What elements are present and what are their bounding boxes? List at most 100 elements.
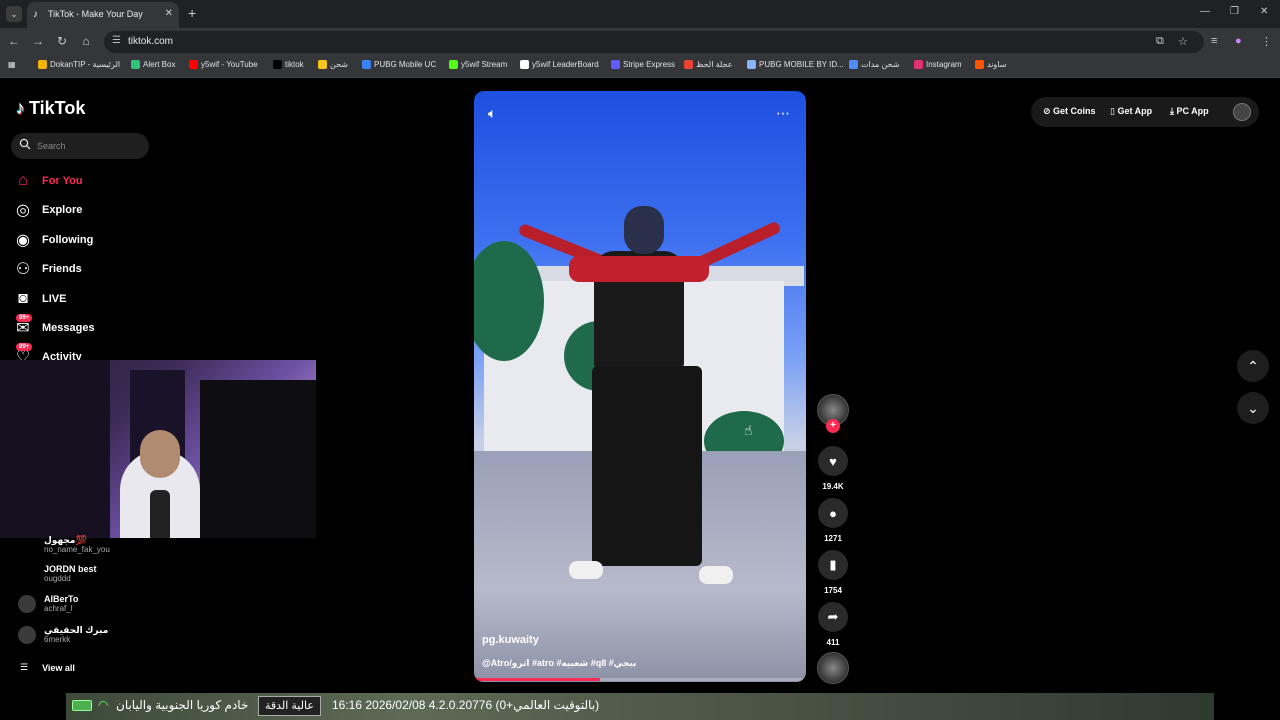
live-icon: ◙ xyxy=(18,289,28,307)
bookmark-favicon-icon xyxy=(975,60,984,69)
new-tab-icon[interactable]: + xyxy=(188,5,196,21)
account-handle: ougddd xyxy=(44,574,71,583)
bookmark-label: Stripe Express xyxy=(623,60,676,69)
tab-title: TikTok - Make Your Day xyxy=(48,9,143,19)
bookmark-favicon-icon xyxy=(611,60,620,69)
search-input[interactable] xyxy=(37,138,137,154)
video-progress-fill xyxy=(474,678,601,681)
battery-icon xyxy=(72,700,92,711)
bookmark-label: y5wif - YouTube xyxy=(201,60,258,69)
like-heart-icon[interactable]: ♥ xyxy=(818,446,848,476)
forward-icon[interactable]: → xyxy=(30,34,46,48)
minimize-icon[interactable]: — xyxy=(1200,6,1210,17)
site-info-icon[interactable]: ☰ xyxy=(112,35,121,46)
bookmark-star-icon[interactable]: ☆ xyxy=(1178,35,1188,48)
volume-icon[interactable]: 🔈︎ xyxy=(488,105,496,122)
microphone xyxy=(150,490,170,538)
apps-grid-icon[interactable]: ▦ xyxy=(8,60,16,69)
pc-app-button[interactable]: ⤓ PC App xyxy=(1170,106,1209,117)
bookmark-item[interactable]: Stripe Express xyxy=(611,60,675,69)
user-avatar[interactable] xyxy=(1233,103,1251,121)
more-options-icon[interactable]: ⋯ xyxy=(776,105,790,122)
search-icon[interactable] xyxy=(19,138,31,150)
comment-count: 1271 xyxy=(824,534,842,543)
reload-icon[interactable]: ↻ xyxy=(54,34,70,48)
bookmark-label: Alert Box xyxy=(143,60,176,69)
back-icon[interactable]: ← xyxy=(6,34,22,48)
bookmark-item[interactable]: شحن مدات xyxy=(849,60,899,69)
nav-item-label: LIVE xyxy=(42,292,67,305)
bookmark-item[interactable]: y5wif - YouTube xyxy=(189,60,258,69)
bookmark-item[interactable]: y5wif Stream xyxy=(449,60,507,69)
bookmark-label: y5wif Stream xyxy=(461,60,508,69)
nav-item-live[interactable]: ◙ LIVE xyxy=(14,290,66,308)
bookmark-item[interactable]: عجلة الحظ xyxy=(684,60,733,69)
view-all-link[interactable]: ☰ View all xyxy=(20,662,75,673)
nav-item-friends[interactable]: ⚇ Friends xyxy=(14,260,82,278)
bookmark-favicon-icon xyxy=(914,60,923,69)
get-coins-button[interactable]: ⊘ Get Coins xyxy=(1043,106,1096,117)
close-window-icon[interactable]: ✕ xyxy=(1260,6,1268,17)
nav-item-for-you[interactable]: ⌂ For You xyxy=(14,172,82,190)
bookmark-item[interactable]: Alert Box xyxy=(131,60,175,69)
wifi-icon: ◠ xyxy=(98,698,109,712)
comment-icon[interactable]: ● xyxy=(818,498,848,528)
bookmark-label: عجلة الحظ xyxy=(696,60,733,69)
tab-close-icon[interactable]: ✕ xyxy=(165,8,173,19)
nav-item-messages[interactable]: ✉ 99+ Messages xyxy=(14,314,95,337)
home-icon[interactable]: ⌂ xyxy=(78,34,94,48)
restore-icon[interactable]: ❐ xyxy=(1230,6,1239,17)
video-author[interactable]: pg.kuwaity xyxy=(482,634,539,646)
next-video-icon[interactable]: ⌄ xyxy=(1237,392,1269,424)
bookmark-label: ساوند xyxy=(987,60,1007,69)
nav-item-explore[interactable]: ◎ Explore xyxy=(14,201,82,219)
profile-icon[interactable]: ● xyxy=(1235,35,1242,47)
following-account[interactable]: مجهول💯 no_name_fak_you xyxy=(18,535,110,554)
follow-plus-icon[interactable]: + xyxy=(826,419,840,433)
video-player[interactable]: 🔈︎ ⋯ pg.kuwaity @Atro/اترو #atro #شعبيه … xyxy=(474,91,806,682)
save-count: 1754 xyxy=(824,586,842,595)
video-progress-bar[interactable] xyxy=(474,678,806,681)
tiktok-page: ♪ TikTok ⌂ For You ◎ Explore ◉ Following ⚇ Frie… xyxy=(0,80,1280,720)
tab-search-icon[interactable]: ⌄ xyxy=(6,6,22,22)
bookmark-favicon-icon xyxy=(449,60,458,69)
following-account[interactable]: JORDN best ougddd xyxy=(18,564,97,583)
music-disc-icon[interactable] xyxy=(817,652,849,684)
nav-item-following[interactable]: ◉ Following xyxy=(14,231,93,249)
bookmark-item[interactable]: PUBG Mobile UC xyxy=(362,60,436,69)
bookmark-item[interactable]: y5wif LeaderBoard xyxy=(520,60,599,69)
bookmark-label: tiktok xyxy=(285,60,304,69)
nav-item-label: Messages xyxy=(42,322,95,334)
bookmark-item[interactable]: شحن xyxy=(318,60,348,69)
top-right-actions: ⊘ Get Coins ▯ Get App ⤓ PC App xyxy=(1031,97,1259,127)
webcam-overlay xyxy=(0,360,316,538)
get-app-button[interactable]: ▯ Get App xyxy=(1110,106,1152,117)
messages-icon: ✉ 99+ xyxy=(14,314,33,337)
share-icon[interactable]: ➦ xyxy=(818,602,848,632)
media-control-icon[interactable]: ≡ xyxy=(1211,35,1217,47)
address-bar[interactable]: ☰ tiktok.com ⧉ ☆ xyxy=(104,31,1204,53)
bookmark-favicon-icon xyxy=(747,60,756,69)
bookmark-item[interactable]: ساوند xyxy=(975,60,1006,69)
following-account[interactable]: AlBerTo achraf_l xyxy=(18,594,78,613)
bookmark-item[interactable]: Instagram xyxy=(914,60,962,69)
bookmark-favicon-icon xyxy=(849,60,858,69)
bookmark-favicon-icon xyxy=(362,60,371,69)
list-icon: ☰ xyxy=(20,662,29,672)
menu-dots-icon[interactable]: ⋮ xyxy=(1261,35,1272,48)
bookmark-item[interactable]: tiktok xyxy=(273,60,304,69)
following-account[interactable]: مبرك الحقيقي 6merkk xyxy=(18,625,108,644)
install-app-icon[interactable]: ⧉ xyxy=(1156,35,1164,48)
bookmark-icon[interactable]: ▮ xyxy=(818,550,848,580)
previous-video-icon[interactable]: ⌃ xyxy=(1237,350,1269,382)
get-coins-label: Get Coins xyxy=(1053,106,1096,116)
video-caption[interactable]: @Atro/اترو #atro #شعبيه #q8 #ببجي xyxy=(482,658,636,669)
bookmark-item[interactable]: DokanTIP - الرئيسية xyxy=(38,60,120,69)
account-handle: achraf_l xyxy=(44,604,73,613)
browser-tab[interactable]: ♪ TikTok - Make Your Day ✕ xyxy=(27,2,179,28)
tiktok-logo[interactable]: ♪ TikTok xyxy=(16,98,85,119)
account-name: مجهول💯 xyxy=(44,535,87,545)
bookmark-item[interactable]: PUBG MOBILE BY ID... xyxy=(747,60,844,69)
game-status-overlay: ◠ خادم كوريا الجنوبية واليابان عالية الد… xyxy=(66,693,1214,720)
like-count: 19.4K xyxy=(822,482,844,491)
